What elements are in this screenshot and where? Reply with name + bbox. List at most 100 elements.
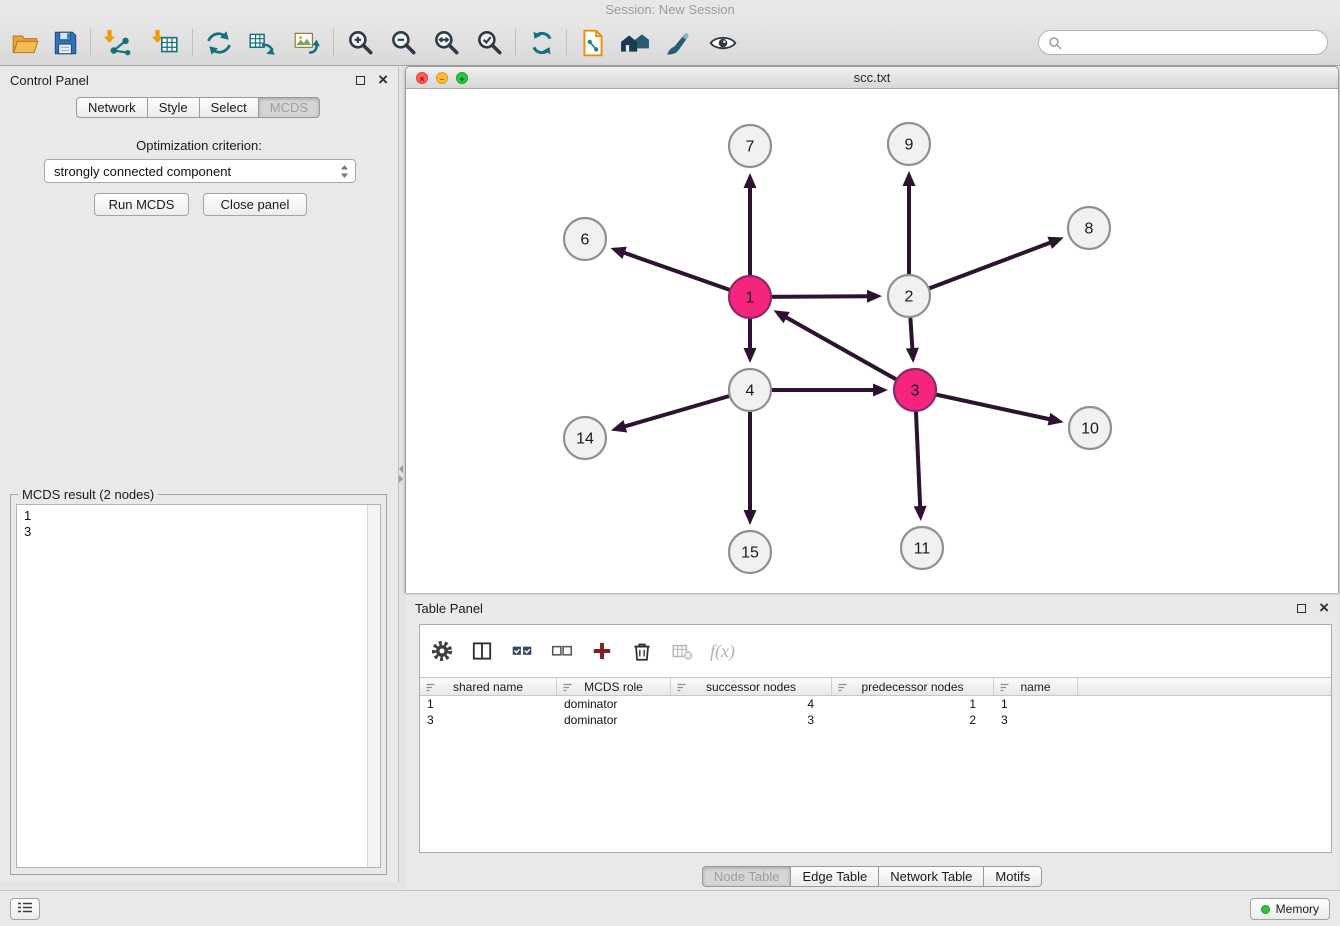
application-window: Session: New Session bbox=[0, 0, 1340, 926]
graph-node-11[interactable]: 11 bbox=[901, 527, 943, 569]
graph-node-1[interactable]: 1 bbox=[729, 276, 771, 318]
network-view[interactable]: 7 9 6 8 1 2 4 3 14 10 15 11 bbox=[406, 89, 1338, 593]
svg-text:14: 14 bbox=[576, 431, 594, 448]
control-panel-title: Control Panel bbox=[10, 73, 89, 88]
optimization-criterion-label: Optimization criterion: bbox=[0, 138, 398, 153]
trash-icon bbox=[630, 639, 654, 663]
close-table-panel-icon[interactable]: × bbox=[1319, 601, 1329, 615]
minimize-window-icon[interactable]: – bbox=[436, 72, 448, 84]
select-all-button[interactable] bbox=[504, 633, 540, 669]
add-column-button[interactable] bbox=[584, 633, 620, 669]
zoom-out-button[interactable] bbox=[384, 23, 422, 63]
zoom-window-icon[interactable]: + bbox=[456, 72, 468, 84]
column-header-successor-nodes[interactable]: successor nodes bbox=[671, 678, 832, 695]
memory-button[interactable]: Memory bbox=[1250, 898, 1330, 920]
svg-text:1: 1 bbox=[746, 290, 755, 307]
plus-icon bbox=[590, 639, 614, 663]
control-panel: Control Panel × NetworkStyleSelectMCDS O… bbox=[0, 67, 399, 882]
column-header-empty bbox=[1078, 678, 1331, 695]
network-arrows-button[interactable] bbox=[200, 23, 238, 63]
graph-edge-3-1[interactable] bbox=[774, 310, 915, 390]
tab-motifs[interactable]: Motifs bbox=[984, 866, 1042, 887]
neighbors-button[interactable] bbox=[616, 23, 654, 63]
tab-mcds[interactable]: MCDS bbox=[259, 97, 320, 118]
tab-network-table[interactable]: Network Table bbox=[879, 866, 984, 887]
panels-toggle-button[interactable] bbox=[10, 898, 40, 920]
result-scrollbar[interactable] bbox=[367, 505, 380, 867]
graph-node-10[interactable]: 10 bbox=[1069, 407, 1111, 449]
graph-node-4[interactable]: 4 bbox=[729, 369, 771, 411]
float-table-panel-icon[interactable] bbox=[1297, 604, 1306, 613]
window-title: Session: New Session bbox=[605, 2, 734, 17]
home-icon bbox=[620, 28, 650, 58]
zoom-in-icon bbox=[345, 28, 375, 58]
table-panel-header: Table Panel × bbox=[405, 595, 1339, 621]
column-header-shared-name[interactable]: shared name bbox=[420, 678, 557, 695]
zoom-selected-button[interactable] bbox=[470, 23, 508, 63]
close-panel-icon[interactable]: × bbox=[378, 73, 388, 87]
criterion-dropdown-value: strongly connected component bbox=[54, 164, 340, 179]
table-cell: 3 bbox=[994, 713, 1078, 727]
table-row[interactable]: 3dominator323 bbox=[420, 712, 1331, 728]
graph-node-7[interactable]: 7 bbox=[729, 125, 771, 167]
delete-table-button[interactable] bbox=[664, 633, 700, 669]
style-brush-button[interactable] bbox=[660, 23, 698, 63]
run-mcds-button[interactable]: Run MCDS bbox=[94, 193, 189, 216]
graph-node-15[interactable]: 15 bbox=[729, 531, 771, 573]
export-image-icon bbox=[292, 28, 322, 58]
table-cell: dominator bbox=[557, 697, 671, 711]
network-table-button[interactable] bbox=[243, 23, 281, 63]
zoom-fit-button[interactable] bbox=[427, 23, 465, 63]
zoom-in-button[interactable] bbox=[341, 23, 379, 63]
table-row[interactable]: 1dominator411 bbox=[420, 696, 1331, 712]
graph-node-9[interactable]: 9 bbox=[888, 123, 930, 165]
table-tabs: Node TableEdge TableNetwork TableMotifs bbox=[405, 866, 1339, 887]
network-window-titlebar[interactable]: × – + scc.txt bbox=[406, 67, 1338, 89]
show-columns-button[interactable] bbox=[464, 633, 500, 669]
graph-edge-1-6[interactable] bbox=[610, 247, 750, 297]
svg-text:11: 11 bbox=[914, 541, 931, 558]
tab-edge-table[interactable]: Edge Table bbox=[791, 866, 879, 887]
import-table-button[interactable] bbox=[146, 23, 184, 63]
float-panel-icon[interactable] bbox=[356, 76, 365, 85]
criterion-dropdown[interactable]: strongly connected component bbox=[44, 159, 356, 183]
column-settings-button[interactable] bbox=[424, 633, 460, 669]
close-panel-button[interactable]: Close panel bbox=[203, 193, 307, 216]
export-image-button[interactable] bbox=[288, 23, 326, 63]
graph-edge-3-10[interactable] bbox=[915, 390, 1064, 425]
delete-column-button[interactable] bbox=[624, 633, 660, 669]
sort-icon bbox=[676, 682, 687, 693]
column-header-predecessor-nodes[interactable]: predecessor nodes bbox=[832, 678, 994, 695]
graph-node-3[interactable]: 3 bbox=[894, 369, 936, 411]
search-box bbox=[1038, 30, 1328, 55]
graph-edge-2-8[interactable] bbox=[909, 237, 1064, 296]
graph-node-14[interactable]: 14 bbox=[564, 417, 606, 459]
close-window-icon[interactable]: × bbox=[416, 72, 428, 84]
visibility-button[interactable] bbox=[704, 23, 742, 63]
graph-node-8[interactable]: 8 bbox=[1068, 207, 1110, 249]
control-panel-tabs: NetworkStyleSelectMCDS bbox=[76, 97, 320, 118]
tab-style[interactable]: Style bbox=[148, 97, 200, 118]
svg-text:4: 4 bbox=[746, 383, 755, 400]
svg-text:10: 10 bbox=[1081, 421, 1099, 438]
deselect-all-button[interactable] bbox=[544, 633, 580, 669]
toolbar-separator bbox=[566, 29, 567, 56]
column-header-MCDS-role[interactable]: MCDS role bbox=[557, 678, 671, 695]
dropdown-stepper-icon bbox=[340, 164, 349, 179]
refresh-button[interactable] bbox=[523, 23, 561, 63]
table-cell: 2 bbox=[832, 713, 994, 727]
column-header-name[interactable]: name bbox=[994, 678, 1078, 695]
function-builder-button[interactable]: f(x) bbox=[704, 633, 741, 669]
graph-node-6[interactable]: 6 bbox=[564, 218, 606, 260]
open-session-button[interactable] bbox=[6, 23, 44, 63]
tab-select[interactable]: Select bbox=[200, 97, 259, 118]
table-frame: f(x) shared nameMCDS rolesuccessor nodes… bbox=[419, 624, 1332, 853]
save-session-button[interactable] bbox=[46, 23, 84, 63]
tab-node-table[interactable]: Node Table bbox=[702, 866, 792, 887]
graph-node-2[interactable]: 2 bbox=[888, 275, 930, 317]
mcds-result-box[interactable]: 13 bbox=[16, 504, 381, 868]
network-file-button[interactable] bbox=[574, 23, 612, 63]
search-input[interactable] bbox=[1067, 36, 1318, 50]
import-network-button[interactable] bbox=[98, 23, 136, 63]
tab-network[interactable]: Network bbox=[76, 97, 148, 118]
